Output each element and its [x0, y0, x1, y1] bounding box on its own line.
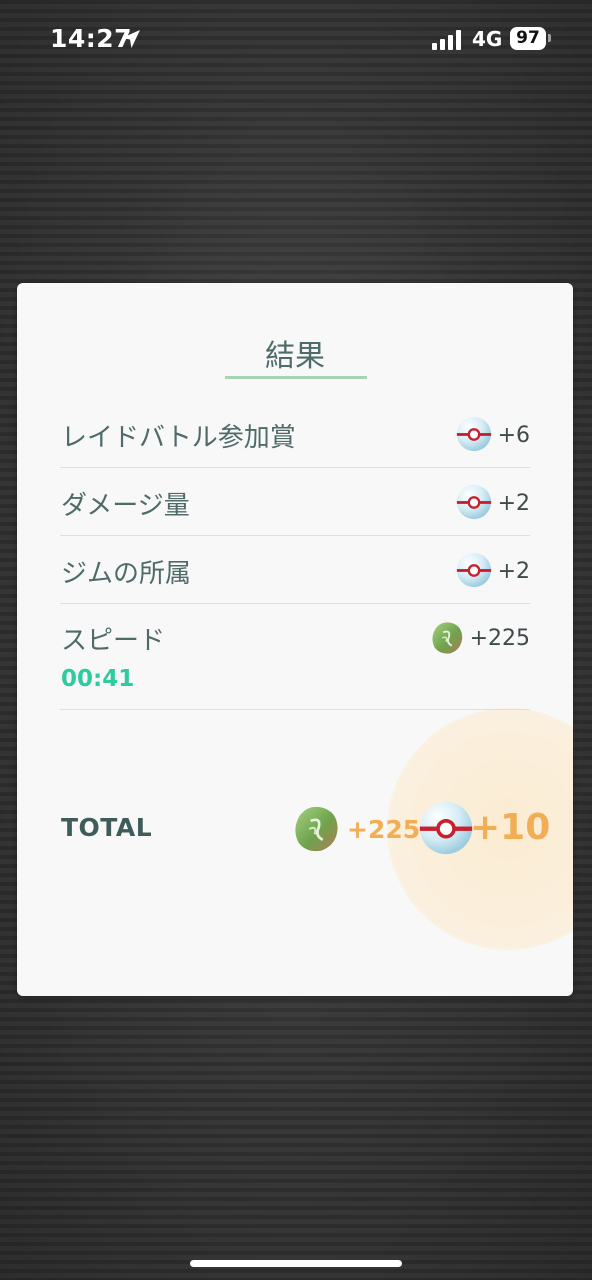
row-label: ダメージ量: [61, 491, 190, 521]
premier-ball-icon: [456, 484, 492, 520]
premier-ball-icon: [456, 416, 492, 452]
row-value: +225: [469, 626, 530, 651]
speed-time: 00:41: [61, 666, 135, 692]
signal-strength-icon: [432, 30, 461, 50]
reward-row-damage: ダメージ量 +2: [60, 468, 530, 536]
row-value: +6: [497, 423, 530, 448]
result-card: 結果 レイドバトル参加賞 +6 ダメージ量 +2 ジムの所属 +2 スピード 0…: [17, 283, 573, 996]
row-value: +2: [497, 559, 530, 584]
status-bar: 14:27 4G 97: [0, 0, 592, 80]
reward-row-speed: スピード 00:41 +225: [60, 604, 530, 710]
rare-candy-icon: [432, 622, 463, 654]
network-type: 4G: [472, 27, 503, 51]
title-underline: [225, 376, 367, 379]
battery-icon: 97: [510, 27, 546, 50]
total-label: TOTAL: [61, 813, 153, 842]
rare-candy-icon: [295, 806, 338, 852]
premier-ball-icon: [456, 552, 492, 588]
total-candy-value: +225: [347, 815, 421, 844]
home-indicator[interactable]: [190, 1260, 402, 1267]
reward-row-raid-participation: レイドバトル参加賞 +6: [60, 401, 530, 468]
row-label: レイドバトル参加賞: [61, 423, 296, 453]
row-label: スピード: [61, 626, 166, 656]
row-label: ジムの所属: [61, 559, 192, 589]
row-value: +2: [497, 491, 530, 516]
result-title: 結果: [265, 339, 325, 374]
total-ball-value: +10: [470, 807, 551, 848]
battery-cap: [548, 34, 551, 42]
premier-ball-icon: [419, 801, 473, 855]
reward-row-gym-team: ジムの所属 +2: [60, 536, 530, 604]
location-arrow-icon: [122, 30, 140, 48]
